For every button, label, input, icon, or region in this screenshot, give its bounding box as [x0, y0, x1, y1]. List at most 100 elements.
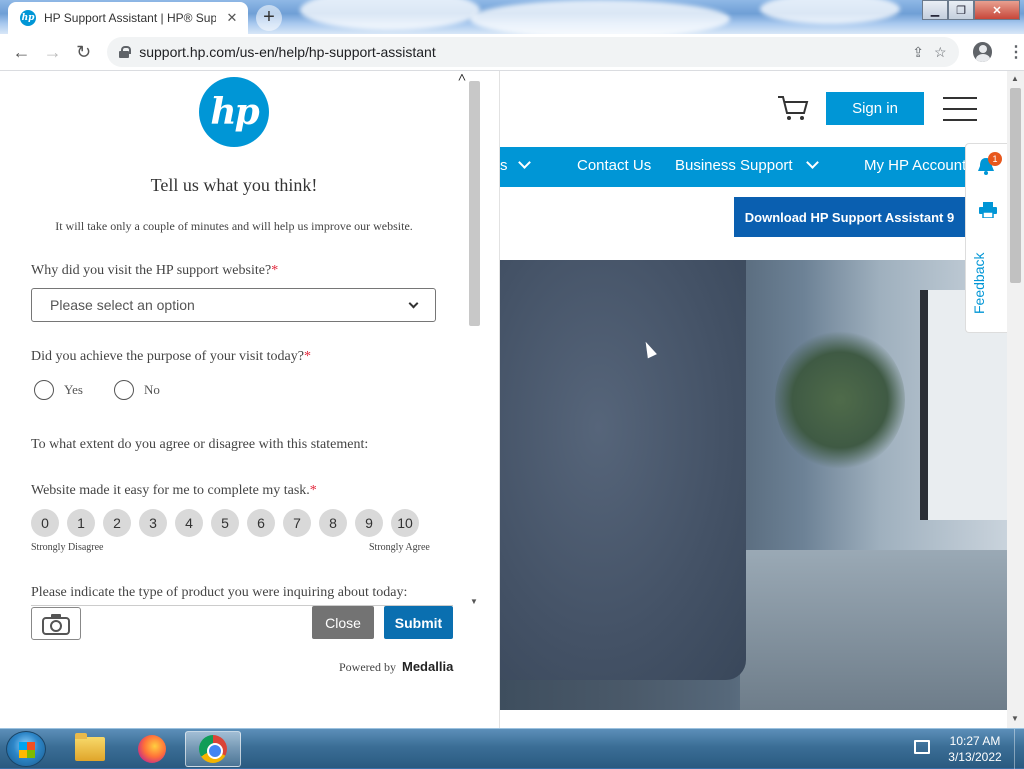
- site-nav: s Contact Us Business Support My HP Acco…: [500, 147, 1007, 187]
- forward-arrow-icon[interactable]: →: [37, 42, 68, 63]
- scrollbar-thumb[interactable]: [469, 81, 480, 326]
- file-explorer-button[interactable]: [62, 731, 118, 767]
- share-icon[interactable]: ⇪: [912, 44, 924, 61]
- question-label: Why did you visit the HP support website…: [31, 263, 272, 278]
- show-desktop-button[interactable]: [1014, 729, 1024, 769]
- chrome-button[interactable]: [185, 731, 241, 767]
- hp-logo: hp: [199, 77, 269, 147]
- required-marker: *: [309, 483, 317, 498]
- tab-title: HP Support Assistant | HP® Sup: [44, 11, 216, 25]
- firefox-button[interactable]: [124, 731, 180, 767]
- lock-icon[interactable]: [119, 46, 132, 58]
- question-visit-reason: Why did you visit the HP support website…: [31, 263, 278, 279]
- browser-menu-icon[interactable]: ⋮: [1008, 42, 1024, 62]
- collapse-chevron-icon[interactable]: ˄: [458, 71, 466, 87]
- required-marker: *: [271, 263, 279, 278]
- hamburger-menu-icon[interactable]: [943, 97, 977, 130]
- rating-option-1[interactable]: 1: [67, 509, 95, 537]
- page-scrollbar[interactable]: ▲ ▼: [1007, 71, 1024, 728]
- clock-time: 10:27 AM: [949, 734, 1001, 748]
- radio-no[interactable]: No: [114, 380, 160, 400]
- url-text[interactable]: support.hp.com/us-en/help/hp-support-ass…: [139, 44, 902, 60]
- desk-shape: [740, 550, 1020, 710]
- rating-option-9[interactable]: 9: [355, 509, 383, 537]
- restore-button[interactable]: ❐: [948, 0, 974, 20]
- speaker-shape: [500, 260, 746, 680]
- notification-badge: 1: [988, 152, 1002, 166]
- radio-label: No: [144, 382, 160, 397]
- browser-tab[interactable]: hp HP Support Assistant | HP® Sup ✕: [8, 2, 248, 34]
- scroll-up-arrow-icon[interactable]: ▲: [1011, 74, 1019, 83]
- close-button[interactable]: Close: [312, 606, 374, 639]
- network-icon[interactable]: [914, 740, 930, 754]
- rating-option-3[interactable]: 3: [139, 509, 167, 537]
- radio-yes[interactable]: Yes: [34, 380, 83, 400]
- select-placeholder: Please select an option: [50, 297, 195, 313]
- address-bar[interactable]: support.hp.com/us-en/help/hp-support-ass…: [107, 37, 959, 67]
- rating-option-6[interactable]: 6: [247, 509, 275, 537]
- scroll-down-arrow-icon[interactable]: ▼: [470, 597, 478, 606]
- chrome-icon: [199, 735, 227, 763]
- statement-intro: To what extent do you agree or disagree …: [31, 437, 369, 452]
- plant-shape: [775, 330, 905, 470]
- survey-subtitle: It will take only a couple of minutes an…: [55, 219, 413, 233]
- start-button[interactable]: [6, 731, 46, 767]
- question-label: Website made it easy for me to complete …: [31, 483, 310, 498]
- chevron-down-icon[interactable]: [518, 156, 531, 169]
- rating-scale: 0 1 2 3 4 5 6 7 8 9 10: [31, 509, 419, 537]
- rating-option-7[interactable]: 7: [283, 509, 311, 537]
- feedback-tab[interactable]: Feedback: [971, 253, 987, 314]
- hp-site: Sign in s Contact Us Business Support My…: [500, 71, 1020, 728]
- new-tab-button[interactable]: +: [256, 5, 282, 31]
- question-purpose-achieved: Did you achieve the purpose of your visi…: [31, 349, 311, 365]
- survey-title: Tell us what you think!: [150, 175, 318, 195]
- hero-image: [500, 260, 1020, 710]
- question-ease: Website made it easy for me to complete …: [31, 483, 317, 499]
- submit-button[interactable]: Submit: [384, 606, 453, 639]
- sign-in-button[interactable]: Sign in: [826, 92, 924, 125]
- chevron-down-icon[interactable]: [806, 156, 819, 169]
- question-product-type: Please indicate the type of product you …: [31, 585, 408, 600]
- visit-reason-select[interactable]: Please select an option: [31, 288, 436, 322]
- profile-avatar-icon[interactable]: [972, 42, 993, 62]
- survey-scrollbar[interactable]: ▼: [467, 71, 482, 609]
- chevron-down-icon: [408, 298, 419, 308]
- rating-option-5[interactable]: 5: [211, 509, 239, 537]
- taskbar: 10:27 AM 3/13/2022: [0, 728, 1024, 769]
- printer-icon[interactable]: [979, 202, 997, 218]
- nav-item-my-hp-account[interactable]: My HP Account: [864, 157, 966, 174]
- scroll-down-arrow-icon[interactable]: ▼: [1011, 714, 1019, 723]
- scale-high-label: Strongly Agree: [369, 542, 430, 553]
- required-marker: *: [303, 349, 311, 364]
- window-close-button[interactable]: ✕: [974, 0, 1020, 20]
- rating-option-10[interactable]: 10: [391, 509, 419, 537]
- medallia-logo[interactable]: Medallia: [402, 659, 453, 674]
- nav-item-partial[interactable]: s: [500, 157, 508, 174]
- radio-circle[interactable]: [114, 380, 134, 400]
- tab-close-icon[interactable]: ✕: [224, 10, 240, 26]
- download-hp-support-assistant-button[interactable]: Download HP Support Assistant 9: [734, 197, 965, 237]
- scrollbar-thumb[interactable]: [1010, 88, 1021, 283]
- minimize-button[interactable]: ▁: [922, 0, 948, 20]
- reload-icon[interactable]: ↻: [68, 42, 99, 63]
- screenshot-button[interactable]: [31, 607, 81, 640]
- back-arrow-icon[interactable]: ←: [6, 42, 37, 63]
- nav-item-contact[interactable]: Contact Us: [577, 157, 651, 174]
- powered-by: Powered by Medallia: [339, 659, 453, 675]
- radio-circle[interactable]: [34, 380, 54, 400]
- side-dock: 1 Feedback: [965, 143, 1007, 333]
- rating-option-2[interactable]: 2: [103, 509, 131, 537]
- rating-option-8[interactable]: 8: [319, 509, 347, 537]
- browser-toolbar: ← → ↻ support.hp.com/us-en/help/hp-suppo…: [0, 34, 1024, 71]
- scale-low-label: Strongly Disagree: [31, 542, 104, 553]
- folder-icon: [75, 733, 105, 761]
- bookmark-star-icon[interactable]: ☆: [934, 44, 947, 61]
- system-clock[interactable]: 10:27 AM 3/13/2022: [940, 733, 1010, 765]
- nav-item-business-support[interactable]: Business Support: [675, 157, 793, 174]
- cart-icon[interactable]: [777, 95, 809, 121]
- camera-icon: [42, 613, 70, 635]
- clock-date: 3/13/2022: [948, 750, 1002, 764]
- rating-option-0[interactable]: 0: [31, 509, 59, 537]
- question-label: Did you achieve the purpose of your visi…: [31, 349, 304, 364]
- rating-option-4[interactable]: 4: [175, 509, 203, 537]
